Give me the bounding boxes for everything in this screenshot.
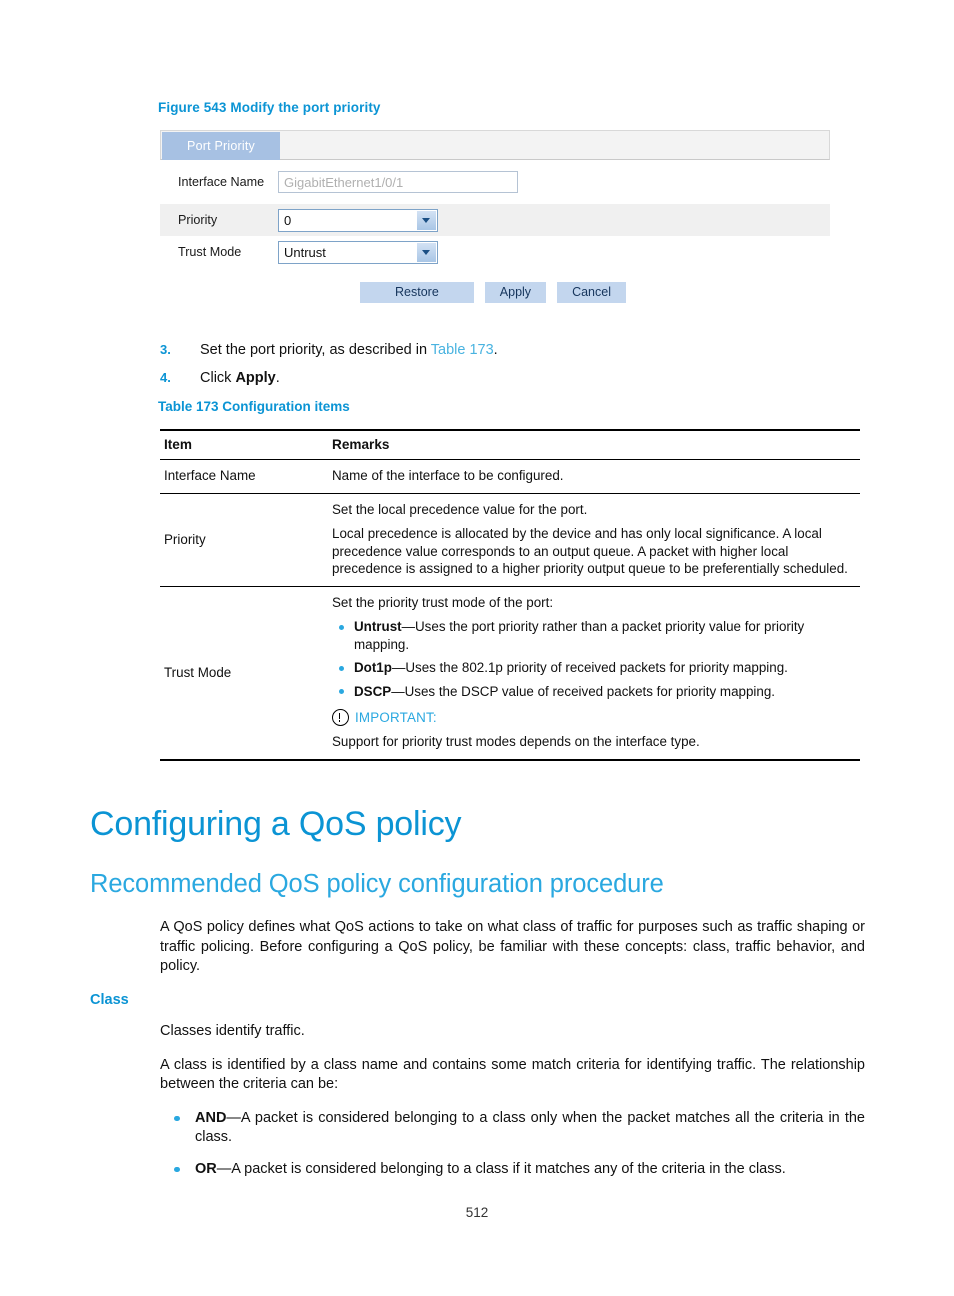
bullet-term: AND [195,1109,227,1126]
class-body: Classes identify traffic. A class is ide… [160,1022,865,1179]
remark-paragraph: Set the local precedence value for the p… [332,501,588,517]
form-row-interface-name: Interface Name GigabitEthernet1/0/1 [160,160,830,204]
page-title: Configuring a QoS policy [90,805,462,843]
chevron-down-icon[interactable] [417,242,436,262]
interface-name-label: Interface Name [178,174,265,189]
intro-paragraph: A QoS policy defines what QoS actions to… [160,919,865,974]
remark-paragraph: Name of the interface to be configured. [332,468,564,483]
trust-mode-select-value: Untrust [284,244,326,260]
restore-button[interactable]: Restore [360,282,474,303]
bullet-term: Dot1p [354,660,392,675]
step-text-pre: Click [200,370,236,386]
list-item: DSCP—Uses the DSCP value of received pac… [339,683,856,701]
step-text: Set the port priority, as described in T… [200,341,860,359]
interface-name-input[interactable]: GigabitEthernet1/0/1 [278,171,518,193]
step-text-post: . [275,370,280,386]
procedure-steps: 3. Set the port priority, as described i… [160,341,860,397]
page-number: 512 [465,1205,489,1220]
remark-paragraph: Set the priority trust mode of the port: [332,594,554,610]
column-header-remarks: Remarks [332,437,390,452]
important-text: Support for priority trust modes depends… [332,734,700,749]
priority-select-value: 0 [284,212,292,228]
step-text-bold: Apply [235,370,276,386]
list-item: OR—A packet is considered belonging to a… [174,1160,865,1180]
bullet-text: —Uses the DSCP value of received packets… [391,683,776,699]
table-row: Trust Mode Set the priority trust mode o… [160,586,860,760]
apply-button[interactable]: Apply [484,282,547,303]
bullet-text: —A packet is considered belonging to a c… [216,1160,786,1177]
class-paragraph-1: Classes identify traffic. [160,1023,305,1039]
row-item-trust-mode: Trust Mode [164,664,232,680]
panel-tabbar: Port Priority [160,130,830,160]
configuration-items-table: Item Remarks Interface Name Name of the … [160,429,860,761]
priority-label: Priority [178,212,218,227]
bullet-term: OR [195,1160,217,1177]
trust-mode-bullet-list: Untrust—Uses the port priority rather th… [332,618,856,700]
remark-paragraph: Local precedence is allocated by the dev… [332,526,848,576]
table-173-link[interactable]: Table 173 [431,342,494,358]
section-heading: Recommended QoS policy configuration pro… [90,870,664,898]
priority-select[interactable]: 0 [278,208,438,232]
form-button-row: Restore Apply Cancel [160,268,830,303]
intro-body: A QoS policy defines what QoS actions to… [160,918,865,977]
step-number: 3. [160,342,171,357]
step-number: 4. [160,370,171,385]
step-item: 3. Set the port priority, as described i… [160,341,860,359]
document-page: Figure 543 Modify the port priority Port… [0,0,954,1296]
step-item: 4. Click Apply. [160,369,860,387]
port-priority-form: Interface Name GigabitEthernet1/0/1 Prio… [160,160,830,303]
table-row: Priority Set the local precedence value … [160,493,860,586]
column-header-item: Item [164,437,192,452]
bullet-text: —Uses the 802.1p priority of received pa… [391,660,788,675]
important-label: IMPORTANT: [355,710,437,725]
row-item-priority: Priority [164,531,206,547]
class-paragraph-2: A class is identified by a class name an… [160,1056,865,1093]
table-caption: Table 173 Configuration items [158,399,350,414]
row-item-interface-name: Interface Name [164,468,256,484]
important-notice: IMPORTANT: [332,709,856,726]
row-remarks-trust-mode: Set the priority trust mode of the port:… [328,586,860,760]
tab-port-priority[interactable]: Port Priority [162,132,280,160]
bullet-text: —A packet is considered belonging to a c… [195,1109,865,1146]
exclamation-circle-icon [332,709,349,726]
form-row-priority: Priority 0 [160,204,830,236]
class-bullet-list: AND—A packet is considered belonging to … [160,1109,865,1180]
bullet-term: DSCP [354,683,392,699]
figure-caption: Figure 543 Modify the port priority [158,100,381,115]
form-row-trust-mode: Trust Mode Untrust [160,236,830,268]
trust-mode-select[interactable]: Untrust [278,240,438,264]
chevron-down-icon[interactable] [417,210,436,230]
row-remarks-priority: Set the local precedence value for the p… [328,493,860,586]
table-header-row: Item Remarks [160,430,860,460]
list-item: Untrust—Uses the port priority rather th… [339,618,856,653]
subsection-heading: Class [90,992,129,1008]
step-text-post: . [493,342,498,358]
step-text: Click Apply. [200,369,860,387]
list-item: Dot1p—Uses the 802.1p priority of receiv… [339,659,856,677]
bullet-text: —Uses the port priority rather than a pa… [354,619,805,652]
trust-mode-label: Trust Mode [178,244,242,259]
cancel-button[interactable]: Cancel [557,282,626,303]
bullet-term: Untrust [354,619,402,634]
list-item: AND—A packet is considered belonging to … [174,1109,865,1148]
step-text-pre: Set the port priority, as described in [200,342,431,358]
table-row: Interface Name Name of the interface to … [160,459,860,494]
row-remarks-interface-name: Name of the interface to be configured. [328,460,860,494]
port-priority-panel: Port Priority Interface Name GigabitEthe… [160,130,830,320]
